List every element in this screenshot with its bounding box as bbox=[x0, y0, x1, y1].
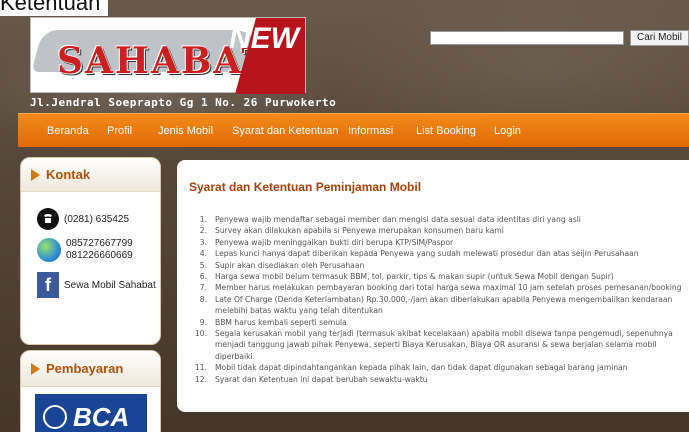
list-item-number: 3. bbox=[199, 237, 207, 247]
list-item-text: Survey akan dilakukan apabila si Penyewa… bbox=[215, 226, 504, 236]
list-item: 4. Lepas kunci hanya dapat diberikan kepa… bbox=[189, 248, 689, 259]
list-item-number: 9. bbox=[199, 317, 207, 327]
nav-item-beranda[interactable]: Beranda bbox=[47, 114, 89, 148]
list-item-text: BBM harus kembali seperti semula bbox=[215, 317, 347, 327]
list-item-number: 1. bbox=[199, 215, 207, 224]
arrow-right-icon bbox=[31, 362, 40, 375]
list-item-number: 10. bbox=[194, 329, 207, 339]
contact-mobile-row: 085727667799 081226660669 bbox=[37, 238, 133, 262]
list-item-text: Penyewa wajib mendaftar sebagai member d… bbox=[215, 215, 581, 224]
contact-mobile-1: 085727667799 bbox=[66, 238, 133, 249]
list-item-number: 5. bbox=[199, 260, 207, 270]
payment-panel-header: Pembayaran bbox=[21, 351, 160, 387]
nav-item-jenis-mobil[interactable]: Jenis Mobil bbox=[158, 114, 213, 148]
payment-panel-title: Pembayaran bbox=[46, 361, 124, 376]
logo-new-badge: NEW bbox=[229, 22, 299, 55]
arrow-right-icon bbox=[31, 168, 40, 181]
main-navbar: Beranda Profil Jenis Mobil Syarat dan Ke… bbox=[18, 113, 689, 147]
list-item-text: Mobil tidak dapat dipindahtangankan kepa… bbox=[215, 363, 628, 373]
nav-item-informasi[interactable]: Informasi bbox=[348, 114, 393, 148]
list-item-number: 11. bbox=[194, 363, 207, 373]
contact-panel-header: Kontak bbox=[21, 158, 160, 192]
contact-phone-row: (0281) 635425 bbox=[37, 208, 129, 230]
list-item-number: 7. bbox=[199, 283, 207, 293]
terms-list: 1. Penyewa wajib mendaftar sebagai member… bbox=[189, 214, 689, 385]
list-item-text: Lepas kunci hanya dapat diberikan kepada… bbox=[215, 249, 639, 259]
list-item-text: Syarat dan Ketentuan ini dapat berubah s… bbox=[215, 374, 428, 384]
terms-content-panel: Syarat dan Ketentuan Peminjaman Mobil 1.… bbox=[177, 160, 689, 412]
list-item-text: Harga sewa mobil belum termasuk BBM, tol… bbox=[215, 272, 614, 282]
list-item: 7. Member harus melakukan pembayaran book… bbox=[189, 282, 689, 293]
list-item: 10. Segala kerusakan mobil yang terjadi (… bbox=[189, 328, 689, 362]
nav-item-login[interactable]: Login bbox=[494, 114, 521, 148]
search-input[interactable] bbox=[430, 31, 624, 45]
list-item-number: 12. bbox=[194, 374, 207, 384]
list-item-text: Late Of Charge (Denda Keterlambatan) Rp.… bbox=[215, 294, 673, 316]
contact-panel: Kontak (0281) 635425 085727667799 081226… bbox=[20, 157, 161, 345]
list-item: 6. Harga sewa mobil belum termasuk BBM, t… bbox=[189, 271, 689, 282]
list-item: 12. Syarat dan Ketentuan ini dapat beruba… bbox=[189, 374, 689, 385]
list-item-number: 2. bbox=[199, 226, 207, 236]
bca-emblem-icon bbox=[43, 405, 67, 429]
list-item-number: 4. bbox=[199, 249, 207, 259]
list-item: 8. Late Of Charge (Denda Keterlambatan) R… bbox=[189, 294, 689, 317]
list-item: 9. BBM harus kembali seperti semula bbox=[189, 317, 689, 328]
bca-logo-text: BCA bbox=[73, 401, 130, 432]
list-item: 11. Mobil tidak dapat dipindahtangankan k… bbox=[189, 362, 689, 373]
list-item-text: Segala kerusakan mobil yang terjadi (ter… bbox=[215, 329, 673, 361]
contact-mobile-numbers: 085727667799 081226660669 bbox=[66, 238, 133, 262]
phone-icon bbox=[37, 208, 59, 230]
bca-bank-logo: BCA bbox=[35, 394, 147, 432]
site-address: Jl.Jendral Soeprapto Gg 1 No. 26 Purwoke… bbox=[30, 96, 337, 109]
search-button[interactable]: Cari Mobil bbox=[630, 30, 689, 46]
browser-page-title: Ketentuan bbox=[0, 0, 109, 16]
facebook-link[interactable]: Sewa Mobil Sahabat bbox=[64, 280, 156, 291]
facebook-icon[interactable]: f bbox=[37, 272, 59, 298]
list-item-number: 8. bbox=[199, 294, 207, 304]
list-item-text: Supir akan disediakan oleh Perusahaan bbox=[215, 260, 365, 270]
payment-panel: Pembayaran BCA bbox=[20, 350, 161, 432]
site-logo[interactable]: SAHABAT NEW bbox=[30, 17, 306, 94]
list-item-text: Penyewa wajib meninggalkan bukti diri be… bbox=[215, 237, 454, 247]
page-title: Syarat dan Ketentuan Peminjaman Mobil bbox=[189, 180, 422, 194]
list-item: 5. Supir akan disediakan oleh Perusahaan bbox=[189, 260, 689, 271]
contact-mobile-2: 081226660669 bbox=[66, 250, 133, 261]
list-item: 2. Survey akan dilakukan apabila si Penye… bbox=[189, 225, 689, 236]
list-item: 1. Penyewa wajib mendaftar sebagai member… bbox=[189, 214, 689, 225]
contact-panel-title: Kontak bbox=[46, 167, 91, 182]
list-item-text: Member harus melakukan pembayaran bookin… bbox=[215, 283, 682, 293]
nav-item-syarat-dan-ketentuan[interactable]: Syarat dan Ketentuan bbox=[232, 114, 338, 148]
nav-item-list-booking[interactable]: List Booking bbox=[416, 114, 476, 148]
list-item: 3. Penyewa wajib meninggalkan bukti diri … bbox=[189, 237, 689, 248]
contact-phone: (0281) 635425 bbox=[64, 213, 130, 225]
list-item-number: 6. bbox=[199, 272, 207, 282]
nav-item-profil[interactable]: Profil bbox=[107, 114, 132, 148]
contact-facebook-row[interactable]: f Sewa Mobil Sahabat bbox=[37, 272, 156, 298]
globe-icon bbox=[37, 238, 61, 262]
